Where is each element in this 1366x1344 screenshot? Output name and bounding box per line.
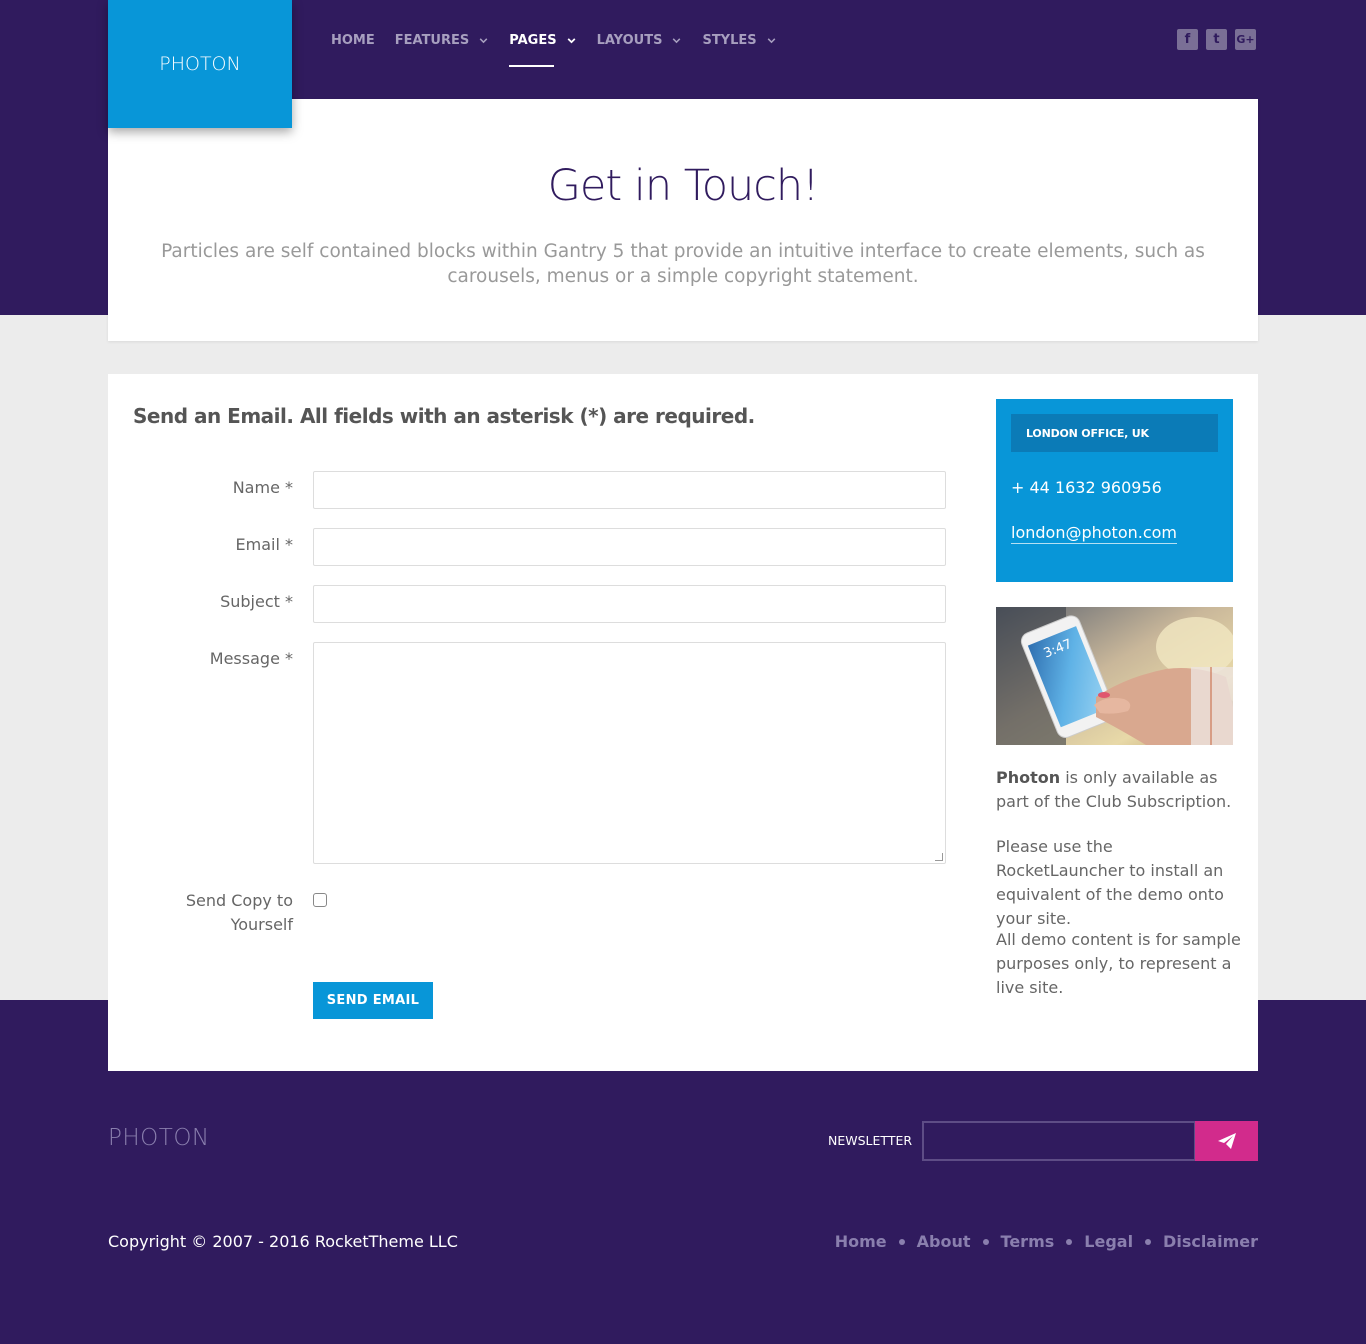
message-field[interactable] xyxy=(313,642,946,864)
separator-dot xyxy=(1066,1238,1073,1245)
site-logo[interactable]: PHOTON xyxy=(108,0,292,128)
social-links: f t G+ xyxy=(1177,29,1256,50)
separator-dot xyxy=(898,1238,905,1245)
office-email-link[interactable]: london@photon.com xyxy=(1011,523,1178,544)
sidebar-paragraph-2: Please use the RocketLauncher to install… xyxy=(996,837,1224,928)
nav-label: FEATURES xyxy=(394,32,470,48)
nav-label: PAGES xyxy=(509,32,557,48)
nav-item-styles[interactable]: STYLES xyxy=(702,30,776,50)
phone-photo: 3:47 xyxy=(996,607,1233,745)
email-field[interactable] xyxy=(313,528,946,566)
separator-dot xyxy=(982,1238,989,1245)
form-heading: Send an Email. All fields with an asteri… xyxy=(133,404,755,428)
email-label: Email * xyxy=(235,535,293,554)
facebook-icon[interactable]: f xyxy=(1177,29,1198,50)
chevron-down-icon xyxy=(767,37,775,43)
footer-links: Home About Terms Legal Disclaimer xyxy=(835,1232,1258,1251)
newsletter-submit-button[interactable] xyxy=(1195,1121,1258,1161)
footer-logo[interactable]: PHOTON xyxy=(108,1125,210,1151)
chevron-down-icon xyxy=(479,37,488,43)
main-nav: HOME FEATURES PAGES LAYOUTS STYLES xyxy=(331,30,797,70)
contact-card: Send an Email. All fields with an asteri… xyxy=(108,374,1258,1071)
newsletter-label: NEWSLETTER xyxy=(828,1133,913,1148)
phone-in-hand-image: 3:47 xyxy=(996,607,1233,745)
paper-plane-icon xyxy=(1217,1133,1236,1149)
separator-dot xyxy=(1145,1238,1152,1245)
footer-link-home[interactable]: Home xyxy=(835,1232,887,1251)
hero-card: Get in Touch! Particles are self contain… xyxy=(108,99,1258,341)
sidebar-paragraph-1: Photon is only available as part of the … xyxy=(996,766,1241,814)
footer-link-terms[interactable]: Terms xyxy=(1001,1232,1055,1251)
message-label: Message * xyxy=(209,649,293,668)
newsletter-input[interactable] xyxy=(922,1121,1196,1161)
nav-label: LAYOUTS xyxy=(596,32,663,48)
nav-item-features[interactable]: FEATURES xyxy=(395,30,490,50)
subject-field[interactable] xyxy=(313,585,946,623)
logo-text: PHOTON xyxy=(159,53,241,75)
office-info: LONDON OFFICE, UK + 44 1632 960956 londo… xyxy=(996,399,1233,582)
brand-name-bold: Photon xyxy=(996,768,1061,787)
footer-link-legal[interactable]: Legal xyxy=(1084,1232,1133,1251)
nav-item-pages[interactable]: PAGES xyxy=(509,30,576,67)
subject-label: Subject * xyxy=(220,592,293,611)
footer-link-about[interactable]: About xyxy=(917,1232,971,1251)
copyright-text: Copyright © 2007 - 2016 RocketTheme LLC xyxy=(108,1232,458,1251)
chevron-down-icon xyxy=(673,37,681,43)
office-phone: + 44 1632 960956 xyxy=(1011,478,1162,497)
name-field[interactable] xyxy=(313,471,946,509)
nav-label: HOME xyxy=(331,32,375,48)
office-heading: LONDON OFFICE, UK xyxy=(1011,414,1218,452)
page-subtitle: Particles are self contained blocks with… xyxy=(161,241,1205,287)
nav-label: STYLES xyxy=(702,32,757,48)
sidebar-paragraph-3: All demo content is for sample purposes … xyxy=(996,930,1241,997)
send-copy-checkbox[interactable] xyxy=(313,893,327,907)
name-label: Name * xyxy=(232,478,293,497)
twitter-icon[interactable]: t xyxy=(1206,29,1227,50)
nav-item-home[interactable]: HOME xyxy=(331,30,375,50)
send-email-button[interactable]: SEND EMAIL xyxy=(313,982,433,1019)
footer-link-disclaimer[interactable]: Disclaimer xyxy=(1163,1232,1258,1251)
google-plus-icon[interactable]: G+ xyxy=(1235,29,1256,50)
chevron-down-icon xyxy=(567,37,575,43)
resize-handle[interactable] xyxy=(935,853,943,861)
nav-item-layouts[interactable]: LAYOUTS xyxy=(597,30,683,50)
send-copy-label: Send Copy to Yourself xyxy=(185,891,293,934)
page-title: Get in Touch! xyxy=(547,161,820,211)
